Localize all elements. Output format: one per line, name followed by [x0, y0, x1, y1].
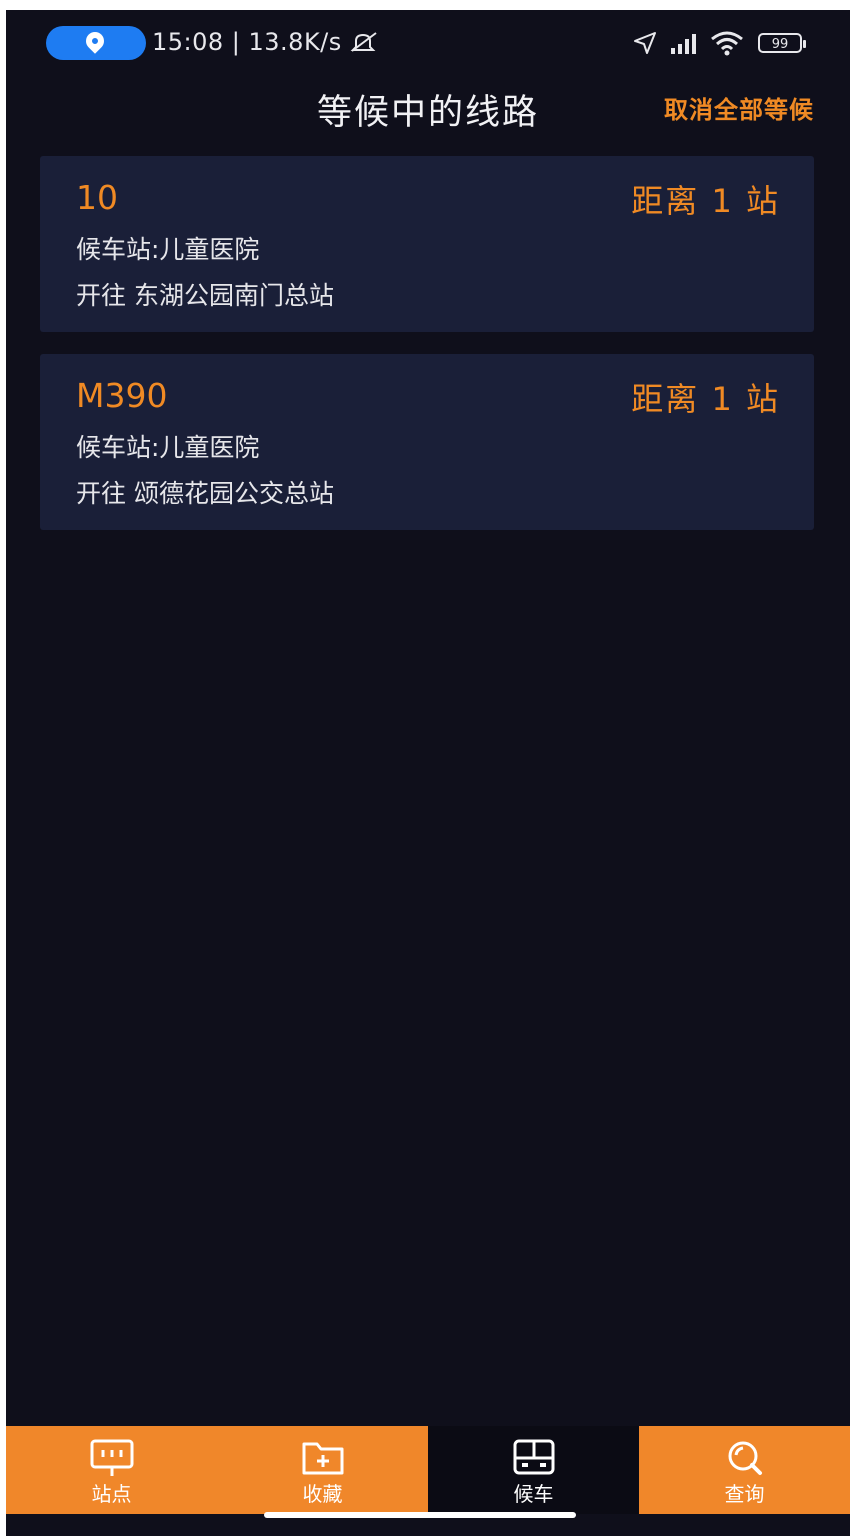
status-time-network: 15:08 | 13.8K/s — [152, 28, 380, 56]
bottom-tab-bar: 站点 收藏 候车 查询 — [6, 1426, 850, 1514]
tab-label: 站点 — [91, 1482, 132, 1506]
route-distance: 距离 1 站 — [631, 380, 780, 418]
favorites-folder-icon — [302, 1442, 343, 1475]
route-card[interactable]: 10 距离 1 站 候车站:儿童医院 开往 东湖公园南门总站 — [40, 156, 814, 332]
route-distance: 距离 1 站 — [631, 182, 780, 220]
wifi-icon — [711, 31, 743, 56]
route-destination: 开往 东湖公园南门总站 — [76, 281, 334, 310]
tab-favorites[interactable]: 收藏 — [217, 1426, 428, 1514]
route-number: 10 — [76, 178, 118, 217]
home-indicator[interactable] — [264, 1512, 576, 1518]
bus-front-icon — [513, 1439, 554, 1475]
app-screen: 15:08 | 13.8K/s 99 等候中的线路 取消全部等候 10 距离 1… — [6, 10, 850, 1536]
tab-label: 候车 — [513, 1482, 554, 1506]
status-bar: 15:08 | 13.8K/s 99 — [6, 10, 850, 72]
route-number: M390 — [76, 376, 168, 415]
tab-label: 收藏 — [302, 1482, 343, 1506]
cancel-all-waiting-button[interactable]: 取消全部等候 — [664, 90, 814, 125]
bus-stop-icon — [90, 1439, 133, 1476]
notification-muted-icon — [350, 32, 377, 52]
tab-label: 查询 — [724, 1482, 765, 1506]
top-app-bar: 等候中的线路 取消全部等候 — [6, 72, 850, 142]
route-destination: 开往 颂德花园公交总站 — [76, 479, 334, 508]
tab-search[interactable]: 查询 — [639, 1426, 850, 1514]
navigation-arrow-icon — [634, 32, 656, 54]
tab-waiting[interactable]: 候车 — [428, 1426, 639, 1514]
location-indicator[interactable] — [46, 26, 146, 60]
battery-level: 99 — [771, 37, 789, 52]
route-card[interactable]: M390 距离 1 站 候车站:儿童医院 开往 颂德花园公交总站 — [40, 354, 814, 530]
waiting-stop: 候车站:儿童医院 — [76, 235, 260, 264]
cellular-signal-icon — [671, 32, 696, 54]
waiting-routes-list: 10 距离 1 站 候车站:儿童医院 开往 东湖公园南门总站 M390 距离 1… — [40, 156, 814, 552]
battery-icon: 99 — [758, 33, 806, 53]
status-time-text: 15:08 | 13.8K/s — [152, 28, 342, 56]
location-pin-icon — [82, 28, 108, 54]
status-icons: 99 — [633, 28, 806, 58]
waiting-stop: 候车站:儿童医院 — [76, 433, 260, 462]
tab-stations[interactable]: 站点 — [6, 1426, 217, 1514]
search-icon — [728, 1441, 762, 1475]
